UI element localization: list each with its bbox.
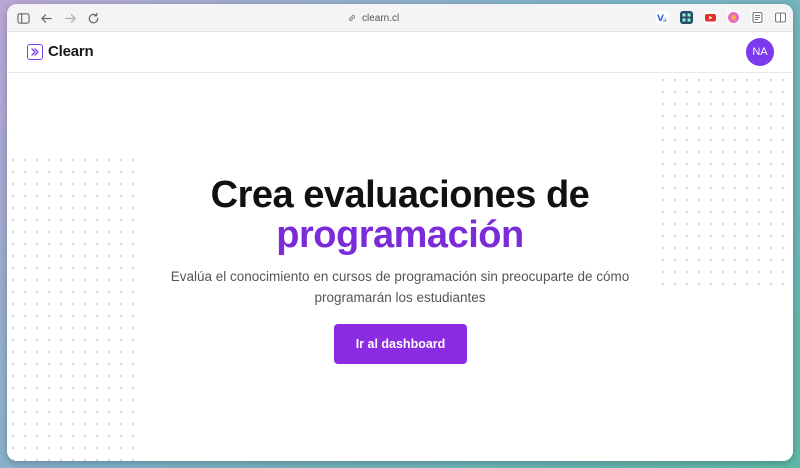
forward-icon[interactable] — [62, 10, 78, 26]
grid-extension-icon[interactable] — [680, 11, 693, 24]
site-header: Clearn NA — [7, 32, 793, 73]
color-extension-icon[interactable] — [727, 11, 740, 24]
back-icon[interactable] — [38, 10, 54, 26]
hero-headline: Crea evaluaciones de — [210, 174, 590, 216]
hero-headline-accent: programación — [276, 214, 524, 256]
avatar[interactable]: NA — [746, 38, 774, 66]
split-view-icon[interactable] — [774, 11, 787, 24]
svg-text:a: a — [663, 17, 667, 24]
logo-icon — [27, 43, 43, 60]
url-text: clearn.cl — [362, 12, 400, 24]
address-bar[interactable]: clearn.cl — [347, 11, 399, 25]
logo-text: Clearn — [48, 43, 94, 60]
hero-section: Crea evaluaciones de programación Evalúa… — [7, 74, 793, 461]
dashboard-button[interactable]: Ir al dashboard — [334, 324, 467, 364]
sidebar-icon[interactable] — [15, 10, 31, 26]
browser-toolbar: clearn.cl Va — [7, 4, 793, 32]
reader-icon[interactable] — [751, 11, 764, 24]
hero-subtitle: Evalúa el conocimiento en cursos de prog… — [170, 269, 630, 305]
logo[interactable]: Clearn — [27, 43, 94, 60]
youtube-extension-icon[interactable] — [704, 11, 717, 24]
link-icon — [348, 14, 356, 22]
browser-window: clearn.cl Va Clearn NA Crea evaluaciones… — [7, 4, 793, 461]
translate-extension-icon[interactable]: Va — [656, 11, 669, 24]
reload-icon[interactable] — [85, 10, 101, 26]
